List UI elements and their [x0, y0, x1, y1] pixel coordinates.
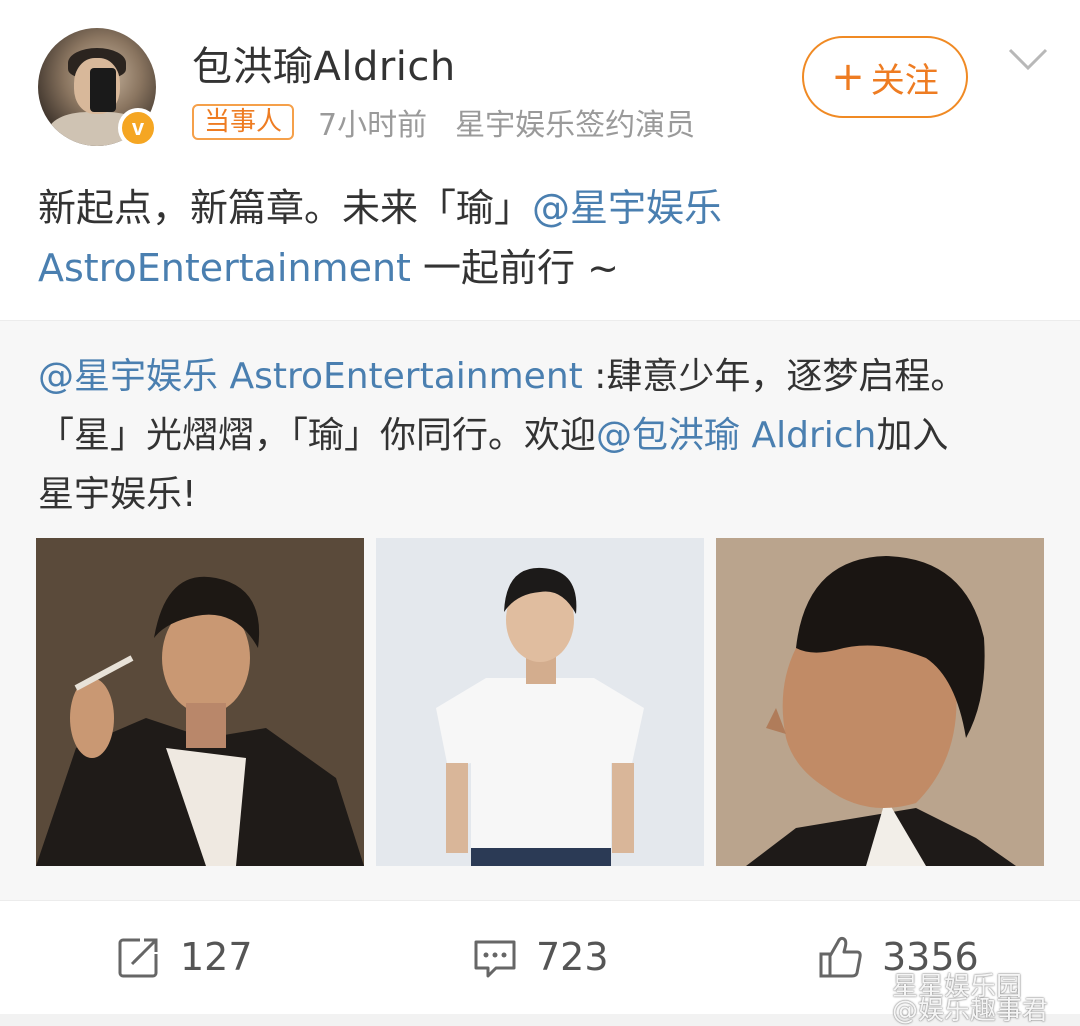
comment-button[interactable]: 723 — [472, 931, 609, 983]
repost-text: @星宇娱乐 AstroEntertainment :肆意少年，逐梦启程。 「星」… — [38, 347, 1058, 524]
repost-author-link[interactable]: @星宇娱乐 AstroEntertainment — [38, 356, 583, 397]
follow-button[interactable]: + 关注 — [802, 36, 968, 118]
photo-thumbnail[interactable] — [716, 538, 1044, 866]
comment-icon — [474, 940, 516, 978]
watermark-line: @娱乐趣事君 — [892, 996, 1049, 1026]
post-text-part: 一起前行 ~ — [410, 246, 619, 290]
comment-count: 723 — [536, 935, 609, 979]
repost-text-part: :肆意少年，逐梦启程。 — [582, 356, 967, 397]
repost-icon — [118, 934, 162, 978]
author-name[interactable]: 包洪瑜Aldrich — [192, 34, 456, 92]
author-description: 星宇娱乐签约演员 — [455, 108, 696, 143]
involved-party-tag: 当事人 — [192, 104, 295, 140]
plus-icon: + — [831, 54, 865, 100]
mention-link[interactable]: AstroEntertainment — [38, 246, 411, 290]
reposted-content[interactable]: @星宇娱乐 AstroEntertainment :肆意少年，逐梦启程。 「星」… — [0, 320, 1080, 900]
mention-link[interactable]: @包洪瑜 Aldrich — [596, 415, 876, 456]
repost-text-part: 星宇娱乐! — [38, 474, 197, 515]
post-text: 新起点，新篇章。未来「瑜」@星宇娱乐 AstroEntertainment 一起… — [38, 178, 1048, 298]
photo-thumbnail[interactable] — [376, 538, 704, 866]
post-time: 7小时前 — [318, 108, 428, 143]
follow-label: 关注 — [870, 60, 939, 101]
weibo-logo-icon — [836, 982, 880, 1014]
repost-text-part: 加入 — [876, 415, 949, 456]
repost-text-part: 「星」光熠熠，「瑜」你同行。欢迎 — [38, 415, 597, 456]
chevron-down-icon[interactable] — [1006, 44, 1050, 74]
post-card: v 包洪瑜Aldrich 当事人 7小时前 星宇娱乐签约演员 + 关注 新起点，… — [0, 0, 1080, 320]
repost-count: 127 — [180, 935, 253, 979]
photo-grid — [36, 538, 1046, 866]
photo-thumbnail[interactable] — [36, 538, 364, 866]
avatar[interactable]: v — [38, 28, 158, 148]
mention-link[interactable]: @星宇娱乐 — [532, 186, 722, 230]
post-text-part: 新起点，新篇章。未来「瑜」 — [38, 186, 533, 230]
watermark: 星星娱乐园 @娱乐趣事君 — [834, 966, 1080, 1026]
repost-button[interactable]: 127 — [116, 931, 253, 983]
post-meta: 当事人 7小时前 星宇娱乐签约演员 — [192, 102, 696, 143]
verified-icon: v — [118, 108, 158, 148]
